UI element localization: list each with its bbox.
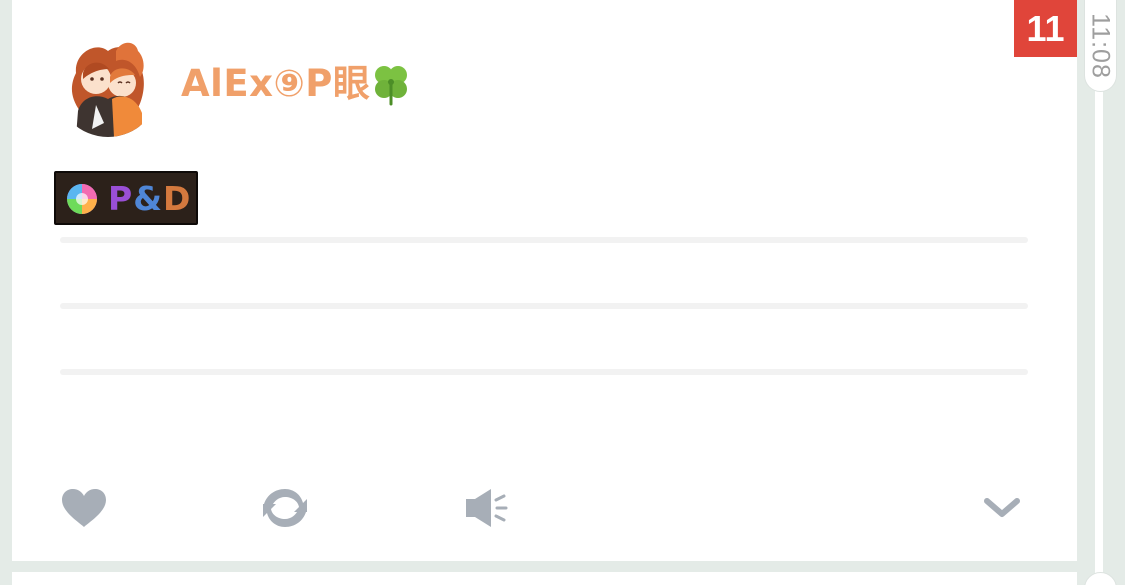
speaker-icon	[466, 489, 508, 527]
next-post-card	[12, 572, 1077, 585]
repost-button[interactable]	[260, 484, 310, 532]
heart-icon	[62, 489, 106, 527]
avatar-image	[56, 33, 160, 137]
speak-button[interactable]	[462, 484, 512, 532]
content-placeholder-line	[60, 369, 1028, 375]
content-placeholder-line	[60, 237, 1028, 243]
badge-label: P&D	[108, 180, 191, 218]
repost-icon	[263, 489, 307, 527]
content-placeholder-line	[60, 303, 1028, 309]
rainbow-gem-icon	[67, 184, 97, 214]
post-card	[12, 0, 1077, 561]
badge-letter-amp: &	[133, 179, 163, 218]
more-button[interactable]	[977, 484, 1027, 532]
pad-badge[interactable]: P&D	[54, 171, 198, 225]
chevron-down-icon	[984, 498, 1020, 517]
badge-letter-d: D	[162, 179, 192, 218]
avatar[interactable]	[56, 33, 160, 137]
clover-icon	[375, 66, 407, 106]
notification-badge[interactable]: 11	[1014, 0, 1077, 57]
badge-letter-p: P	[108, 179, 134, 218]
username[interactable]: AlEx⑨P眼	[181, 62, 370, 106]
post-timestamp: 11:08	[1086, 13, 1115, 79]
timeline-dot	[1084, 572, 1117, 585]
like-button[interactable]	[59, 484, 109, 532]
